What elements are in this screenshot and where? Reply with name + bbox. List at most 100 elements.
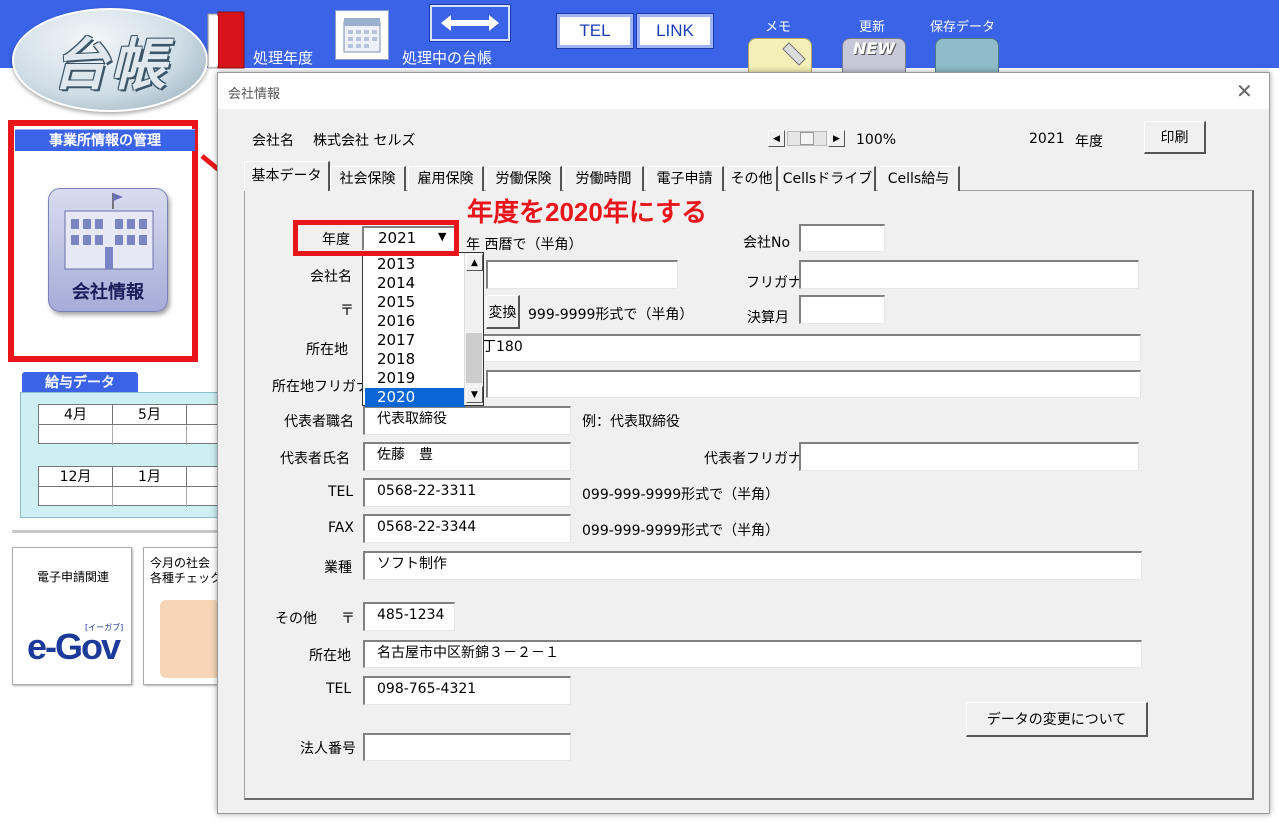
fax-hint: 099-999-9999形式で（半角） bbox=[582, 523, 780, 539]
other-postal-input[interactable]: 485-1234 bbox=[363, 602, 455, 631]
convert-button[interactable]: 変換 bbox=[486, 295, 520, 329]
tab-basic-data[interactable]: 基本データ bbox=[244, 161, 330, 191]
zoom-slider-thumb[interactable] bbox=[800, 132, 814, 145]
close-icon[interactable]: ✕ bbox=[1236, 79, 1253, 103]
address-input[interactable]: 丁180 bbox=[470, 334, 1141, 362]
checklist-icon bbox=[160, 600, 220, 678]
company-no-label: 会社No bbox=[743, 235, 791, 251]
saved-data-label[interactable]: 保存データ bbox=[930, 16, 995, 35]
dialog-titlebar bbox=[218, 73, 1269, 109]
year-option[interactable]: 2019 bbox=[365, 369, 465, 388]
month-value-cell bbox=[113, 425, 187, 445]
update-label[interactable]: 更新 bbox=[859, 16, 885, 35]
tab-other[interactable]: その他 bbox=[726, 166, 778, 191]
processing-year-label[interactable]: 処理年度 bbox=[253, 47, 313, 68]
salary-month-grid-2: 12月 1月 2 bbox=[38, 466, 261, 507]
print-button[interactable]: 印刷 bbox=[1144, 121, 1206, 154]
month-cell[interactable]: 1月 bbox=[113, 467, 187, 487]
egov-button[interactable]: 電子申請関連 [イーガブ] e-Gov bbox=[12, 547, 132, 685]
year-option[interactable]: 2015 bbox=[365, 293, 465, 312]
memo-icon[interactable] bbox=[748, 38, 812, 74]
year-option[interactable]: 2016 bbox=[365, 312, 465, 331]
other-address-input[interactable]: 名古屋市中区新錦３－２－１ bbox=[363, 640, 1142, 668]
month-value-cell bbox=[39, 425, 113, 445]
address-furigana-input[interactable] bbox=[486, 370, 1141, 398]
zoom-decrease-button[interactable]: ◀ bbox=[768, 130, 785, 147]
building-icon bbox=[64, 193, 154, 270]
zoom-increase-button[interactable]: ▶ bbox=[828, 130, 845, 147]
tab-working-hours[interactable]: 労働時間 bbox=[564, 166, 644, 191]
logo-text: 台帳 bbox=[52, 31, 168, 98]
book-icon[interactable] bbox=[206, 10, 248, 72]
update-icon[interactable]: NEW bbox=[842, 38, 906, 74]
year-option[interactable]: 2018 bbox=[365, 350, 465, 369]
year-option-selected[interactable]: 2020 bbox=[365, 388, 465, 407]
other-postal-label: 〒 bbox=[341, 611, 355, 627]
company-name-field-label: 会社名 bbox=[310, 269, 352, 285]
tab-cells-salary[interactable]: Cells給与 bbox=[878, 166, 960, 191]
processing-ledger-label[interactable]: 処理中の台帳 bbox=[402, 47, 492, 68]
switch-ledger-button[interactable] bbox=[429, 4, 511, 42]
month-cell[interactable]: 5月 bbox=[113, 405, 187, 425]
industry-label: 業種 bbox=[324, 560, 352, 576]
company-name-input[interactable] bbox=[486, 260, 678, 289]
tab-labor-insurance[interactable]: 労働保険 bbox=[486, 166, 562, 191]
tab-electronic-application[interactable]: 電子申請 bbox=[646, 166, 724, 191]
tab-cells-drive[interactable]: Cellsドライブ bbox=[780, 166, 876, 191]
briefcase-icon[interactable] bbox=[935, 38, 999, 74]
data-change-info-button[interactable]: データの変更について bbox=[966, 702, 1148, 737]
fax-input[interactable]: 0568-22-3344 bbox=[363, 514, 571, 543]
rep-name-label: 代表者氏名 bbox=[280, 451, 350, 467]
other-label: その他 bbox=[275, 611, 317, 627]
furigana-input[interactable] bbox=[799, 260, 1139, 289]
double-arrow-icon bbox=[441, 15, 499, 31]
rep-title-input[interactable]: 代表取締役 bbox=[363, 406, 571, 435]
tel-button[interactable]: TEL bbox=[556, 13, 634, 49]
scroll-up-icon[interactable]: ▲ bbox=[466, 254, 483, 271]
zoom-value: 100% bbox=[856, 132, 897, 148]
tab-employment-insurance[interactable]: 雇用保険 bbox=[408, 166, 484, 191]
scroll-down-icon[interactable]: ▼ bbox=[466, 386, 483, 403]
industry-input[interactable]: ソフト制作 bbox=[363, 551, 1142, 580]
other-address-label: 所在地 bbox=[309, 648, 351, 664]
link-button[interactable]: LINK bbox=[636, 13, 714, 49]
salary-data-tab[interactable]: 給与データ bbox=[22, 372, 138, 394]
rep-furigana-label: 代表者フリガナ bbox=[704, 451, 802, 467]
egov-logo: e-Gov bbox=[27, 626, 121, 667]
company-no-input[interactable] bbox=[799, 224, 885, 252]
month-cell[interactable]: 12月 bbox=[39, 467, 113, 487]
calendar-icon[interactable] bbox=[335, 10, 389, 60]
month-cell[interactable]: 4月 bbox=[39, 405, 113, 425]
egov-title: 電子申請関連 bbox=[36, 570, 109, 584]
company-name-label: 会社名 bbox=[252, 133, 294, 149]
postal-hint: 999-9999形式で（半角） bbox=[528, 307, 694, 323]
rep-name-input[interactable]: 佐藤 豊 bbox=[363, 442, 571, 471]
settlement-month-input[interactable] bbox=[799, 295, 885, 324]
divider bbox=[12, 530, 222, 533]
corp-number-label: 法人番号 bbox=[300, 741, 356, 757]
year-highlight-box bbox=[293, 220, 459, 256]
scroll-thumb[interactable] bbox=[466, 333, 482, 383]
year-option[interactable]: 2014 bbox=[365, 274, 465, 293]
company-name-value: 株式会社 セルズ bbox=[313, 133, 416, 149]
dialog-title: 会社情報 bbox=[228, 87, 281, 102]
company-info-label: 会社情報 bbox=[72, 282, 144, 303]
rep-furigana-input[interactable] bbox=[799, 442, 1139, 471]
corp-number-input[interactable] bbox=[363, 733, 571, 761]
other-tel-input[interactable]: 098-765-4321 bbox=[363, 676, 571, 705]
rep-title-example: 例：代表取締役 bbox=[582, 414, 680, 430]
address-label: 所在地 bbox=[306, 342, 348, 358]
year-list-scrollbar[interactable]: ▲ ▼ bbox=[464, 253, 483, 405]
address-furigana-label: 所在地フリガナ bbox=[272, 379, 370, 395]
monthly-check-text: 今月の社会 各種チェック bbox=[150, 556, 223, 585]
fax-label: FAX bbox=[328, 520, 354, 536]
year-option[interactable]: 2013 bbox=[365, 255, 465, 274]
tab-social-insurance[interactable]: 社会保険 bbox=[330, 166, 406, 191]
zoom-slider-track[interactable] bbox=[787, 131, 827, 146]
new-badge: NEW bbox=[853, 39, 895, 58]
tel-input[interactable]: 0568-22-3311 bbox=[363, 478, 571, 507]
year-option[interactable]: 2017 bbox=[365, 331, 465, 350]
month-value-cell bbox=[113, 487, 187, 507]
memo-label[interactable]: メモ bbox=[765, 16, 791, 35]
settlement-month-label: 決算月 bbox=[747, 310, 789, 326]
